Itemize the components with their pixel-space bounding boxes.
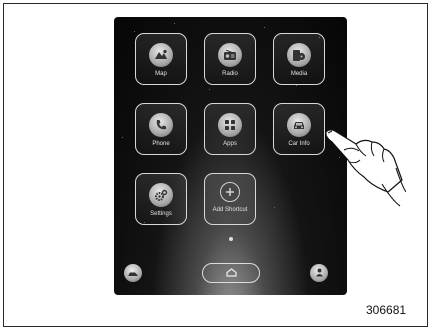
dock-car-button[interactable] (124, 264, 142, 282)
pointing-hand-illustration (325, 122, 407, 212)
car-side-icon (128, 264, 138, 282)
tile-label: Radio (222, 71, 238, 77)
tile-label: Car Info (288, 141, 310, 147)
tile-media[interactable]: Media (273, 33, 325, 85)
page-indicator-dot (229, 237, 233, 241)
tile-settings[interactable]: Settings (135, 173, 187, 225)
tile-label: Settings (150, 211, 172, 217)
tile-add-shortcut[interactable]: Add Shortcut (204, 173, 256, 225)
person-icon (315, 264, 324, 282)
tile-apps[interactable]: Apps (204, 103, 256, 155)
figure-frame: Map Radio Media Phone Apps Car Info Sett… (3, 3, 428, 327)
home-icon (225, 264, 237, 282)
home-button[interactable] (202, 263, 260, 283)
tile-label: Apps (223, 141, 237, 147)
figure-code: 306681 (366, 303, 407, 317)
tile-label: Add Shortcut (212, 207, 248, 213)
radio-icon (218, 43, 242, 67)
dock-profile-button[interactable] (310, 264, 328, 282)
phone-icon (149, 113, 173, 137)
gear-icon (149, 183, 173, 207)
apps-grid-icon (218, 113, 242, 137)
tile-car-info[interactable]: Car Info (273, 103, 325, 155)
tile-phone[interactable]: Phone (135, 103, 187, 155)
home-screen: Map Radio Media Phone Apps Car Info Sett… (114, 17, 347, 295)
media-icon (287, 43, 311, 67)
tile-radio[interactable]: Radio (204, 33, 256, 85)
plus-circle-icon (220, 182, 240, 202)
tile-label: Phone (152, 141, 170, 147)
tile-map[interactable]: Map (135, 33, 187, 85)
tile-label: Map (155, 71, 167, 77)
map-icon (149, 43, 173, 67)
car-icon (287, 113, 311, 137)
tile-label: Media (290, 71, 308, 77)
